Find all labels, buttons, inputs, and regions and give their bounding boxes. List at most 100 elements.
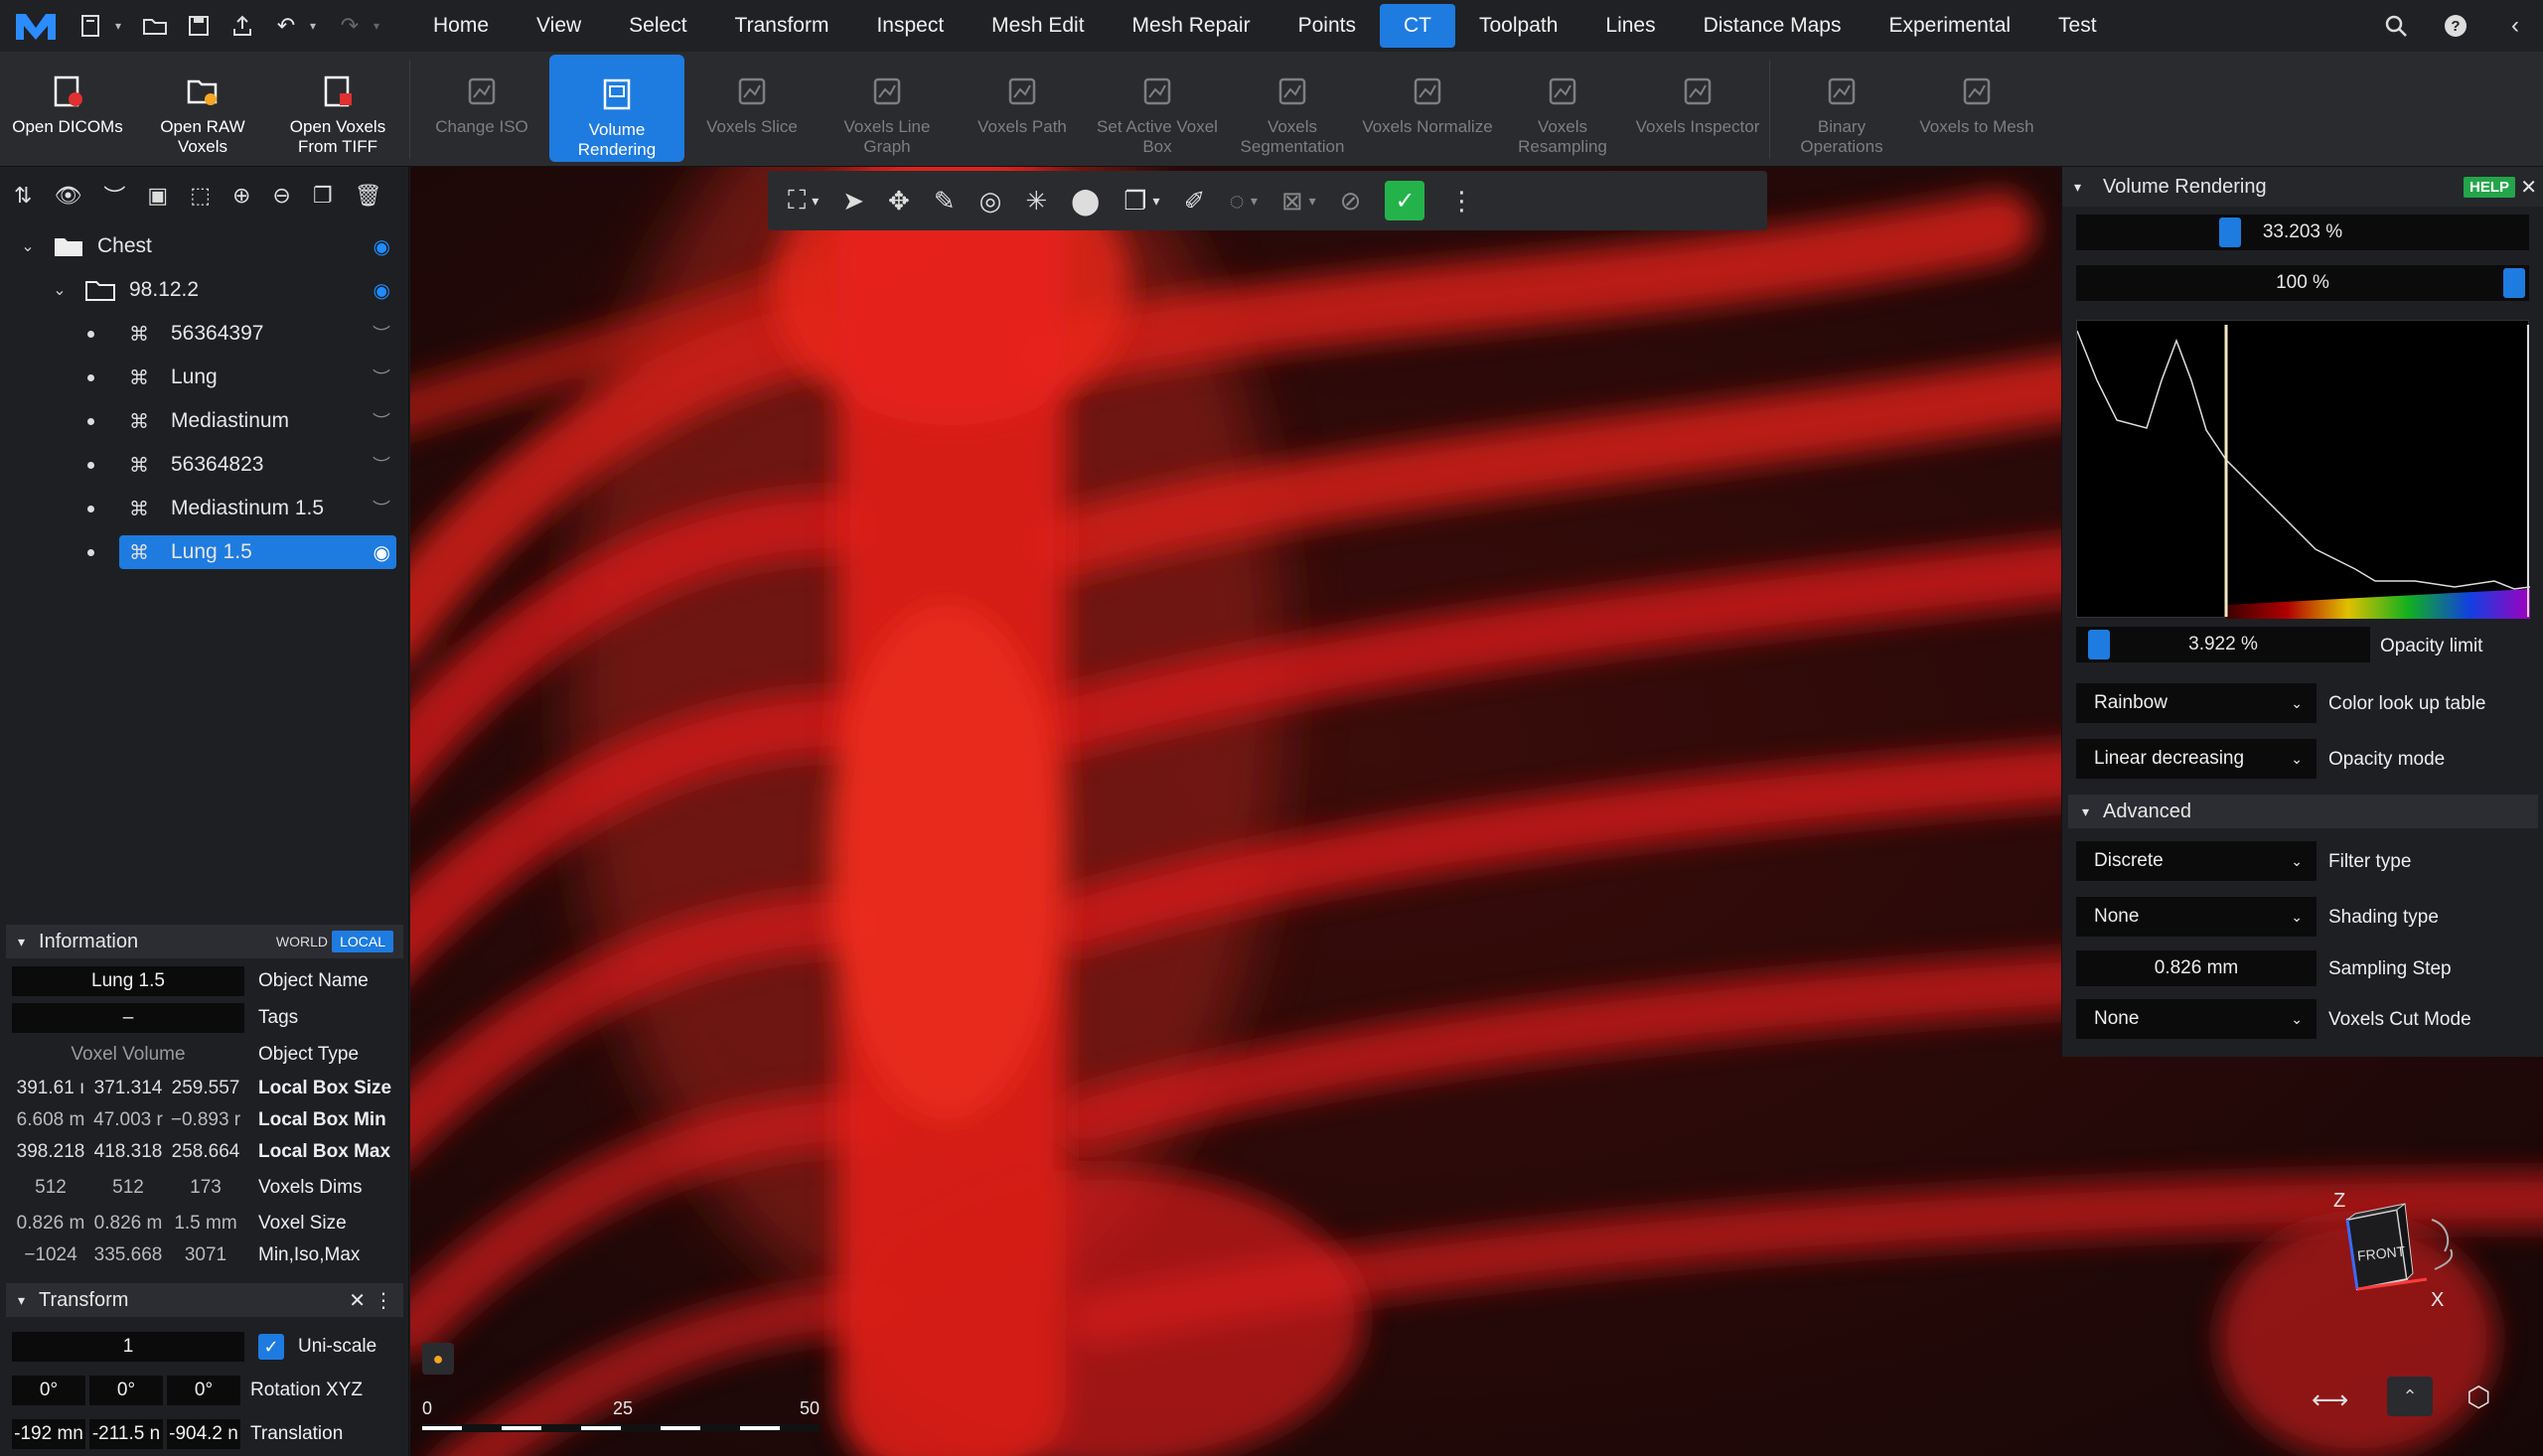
rotation-field[interactable]: 0° bbox=[167, 1376, 240, 1405]
chevron-down-icon[interactable]: ▾ bbox=[2074, 179, 2081, 196]
ribbon-open-dicoms-button[interactable]: Open DICOMs bbox=[0, 52, 135, 161]
menu-view[interactable]: View bbox=[513, 4, 605, 48]
opacity-limit-knob[interactable] bbox=[2088, 630, 2110, 659]
ribbon-set-active-voxel-box-button[interactable]: Set Active Voxel Box bbox=[1090, 52, 1225, 161]
box-select-icon[interactable]: ⊠ bbox=[1281, 186, 1303, 217]
select-arrow-icon[interactable]: ➤ bbox=[842, 186, 864, 217]
menu-select[interactable]: Select bbox=[605, 4, 710, 48]
world-toggle[interactable]: WORLD bbox=[276, 934, 328, 949]
iso-slider[interactable]: 33.203 % bbox=[2076, 215, 2529, 250]
tree-folder[interactable]: ⌄ 98.12.2 ◉ bbox=[0, 268, 408, 312]
select-all-icon[interactable]: ▣ bbox=[147, 183, 168, 209]
iso-slider-knob[interactable] bbox=[2219, 218, 2242, 247]
ribbon-voxels-slice-button[interactable]: Voxels Slice bbox=[684, 52, 820, 161]
redo-icon[interactable]: ↷ bbox=[330, 6, 370, 46]
advanced-header[interactable]: ▾ Advanced bbox=[2068, 795, 2538, 828]
chevron-down-icon[interactable]: ▾ bbox=[18, 1292, 25, 1309]
search-icon[interactable] bbox=[2376, 14, 2416, 38]
eye-icon[interactable]: ◉ bbox=[374, 540, 390, 565]
tree-item[interactable]: ⌘ Lung 1.5 ◉ bbox=[0, 530, 408, 574]
ribbon-voxels-segmentation-button[interactable]: Voxels Segmentation bbox=[1225, 52, 1360, 161]
menu-lines[interactable]: Lines bbox=[1581, 4, 1679, 48]
menu-test[interactable]: Test bbox=[2034, 4, 2121, 48]
ribbon-change-iso-button[interactable]: Change ISO bbox=[414, 52, 549, 161]
delete-icon[interactable]: 🗑 bbox=[355, 183, 382, 209]
confirm-icon[interactable]: ✓ bbox=[1385, 181, 1425, 220]
eye-closed-icon[interactable]: ︶ bbox=[373, 408, 390, 434]
fit-view-icon[interactable]: ⛶ bbox=[788, 185, 806, 217]
lasso-icon[interactable]: ◌ bbox=[1229, 186, 1244, 217]
new-dropdown-icon[interactable]: ▾ bbox=[115, 19, 131, 33]
undo-icon[interactable]: ↶ bbox=[266, 6, 306, 46]
tree-item[interactable]: ⌘ Lung ︶ bbox=[0, 356, 408, 399]
chevron-down-icon[interactable]: ⌄ bbox=[16, 236, 40, 256]
menu-distance-maps[interactable]: Distance Maps bbox=[1680, 4, 1866, 48]
menu-home[interactable]: Home bbox=[409, 4, 513, 48]
open-folder-icon[interactable] bbox=[135, 6, 175, 46]
menu-toolpath[interactable]: Toolpath bbox=[1455, 4, 1581, 48]
uniscale-checkbox[interactable]: ✓ bbox=[258, 1334, 284, 1360]
fit-dropdown-icon[interactable]: ▾ bbox=[812, 193, 819, 210]
ruler-icon[interactable]: ⟷ bbox=[2312, 1384, 2348, 1415]
menu-inspect[interactable]: Inspect bbox=[852, 4, 968, 48]
opacity-limit-slider[interactable]: 3.922 % bbox=[2076, 627, 2370, 662]
rotation-field[interactable]: 0° bbox=[89, 1376, 163, 1405]
help-button[interactable]: HELP bbox=[2463, 177, 2515, 198]
information-header[interactable]: ▾ Information WORLD LOCAL bbox=[6, 925, 403, 958]
lasso-dropdown-icon[interactable]: ▾ bbox=[1251, 193, 1258, 210]
move-icon[interactable]: ✥ bbox=[888, 186, 910, 217]
ribbon-open-raw-voxels-button[interactable]: Open RAW Voxels bbox=[135, 52, 270, 161]
transform-header[interactable]: ▾ Transform ✕ ⋮ bbox=[6, 1283, 403, 1317]
range-slider-knob[interactable] bbox=[2503, 268, 2525, 298]
close-icon[interactable]: ✕ bbox=[2520, 175, 2537, 200]
tags-field[interactable]: – bbox=[12, 1002, 244, 1033]
eye-icon[interactable]: ◉ bbox=[374, 234, 390, 259]
redo-dropdown-icon[interactable]: ▾ bbox=[374, 19, 389, 33]
tree-root[interactable]: ⌄ Chest ◉ bbox=[0, 224, 408, 268]
scale-field[interactable]: 1 bbox=[12, 1332, 244, 1362]
cube-view-icon[interactable]: ⬡ bbox=[2467, 1381, 2490, 1413]
rotation-field[interactable]: 0° bbox=[12, 1376, 85, 1405]
help-icon[interactable]: ? bbox=[2436, 14, 2475, 38]
volume-rendering-header[interactable]: ▾ Volume Rendering HELP ✕ bbox=[2062, 167, 2543, 207]
more-icon[interactable]: ⋮ bbox=[374, 1288, 393, 1313]
range-slider[interactable]: 100 % bbox=[2076, 265, 2529, 301]
app-logo-icon[interactable] bbox=[0, 0, 72, 52]
move-down-icon[interactable]: ⊖ bbox=[272, 183, 290, 209]
duplicate-icon[interactable]: ❐ bbox=[313, 183, 333, 209]
copy-icon[interactable]: ❐ bbox=[1123, 186, 1146, 217]
histogram[interactable] bbox=[2076, 320, 2531, 619]
box-dropdown-icon[interactable]: ▾ bbox=[1309, 193, 1316, 210]
tree-item[interactable]: ⌘ Mediastinum 1.5 ︶ bbox=[0, 487, 408, 530]
ribbon-volume-rendering-button[interactable]: Volume Rendering bbox=[549, 55, 684, 162]
ribbon-voxels-to-mesh-button[interactable]: Voxels to Mesh bbox=[1909, 52, 2044, 161]
menu-ct[interactable]: CT bbox=[1379, 4, 1455, 48]
menu-points[interactable]: Points bbox=[1274, 4, 1380, 48]
cut-mode-select[interactable]: None ⌄ bbox=[2076, 999, 2317, 1039]
export-icon[interactable] bbox=[223, 6, 262, 46]
menu-mesh-repair[interactable]: Mesh Repair bbox=[1109, 4, 1274, 48]
menu-transform[interactable]: Transform bbox=[711, 4, 853, 48]
chevron-down-icon[interactable]: ▾ bbox=[18, 934, 25, 950]
view-cube[interactable]: Z X FRONT bbox=[2318, 1190, 2467, 1319]
sampling-step-field[interactable]: 0.826 mm bbox=[2076, 950, 2317, 986]
edit-icon[interactable]: ✎ bbox=[934, 186, 956, 217]
eye-icon[interactable]: ◉ bbox=[374, 278, 390, 303]
local-toggle[interactable]: LOCAL bbox=[332, 931, 393, 952]
paint-icon[interactable]: ⬤ bbox=[1071, 186, 1100, 217]
sort-icon[interactable]: ⇅ bbox=[14, 183, 32, 209]
visibility-icon[interactable]: 👁 bbox=[54, 183, 81, 209]
translation-field[interactable]: -211.5 n bbox=[89, 1419, 163, 1449]
ribbon-voxels-normalize-button[interactable]: Voxels Normalize bbox=[1360, 52, 1495, 161]
ribbon-voxels-path-button[interactable]: Voxels Path bbox=[955, 52, 1090, 161]
color-lut-select[interactable]: Rainbow ⌄ bbox=[2076, 683, 2317, 723]
ribbon-voxels-line-graph-button[interactable]: Voxels Line Graph bbox=[820, 52, 955, 161]
save-icon[interactable] bbox=[179, 6, 219, 46]
menu-experimental[interactable]: Experimental bbox=[1865, 4, 2034, 48]
tree-item[interactable]: ⌘ Mediastinum ︶ bbox=[0, 399, 408, 443]
eye-closed-icon[interactable]: ︶ bbox=[373, 496, 390, 521]
copy-dropdown-icon[interactable]: ▾ bbox=[1153, 193, 1160, 210]
new-file-icon[interactable] bbox=[72, 6, 111, 46]
move-up-icon[interactable]: ⊕ bbox=[232, 183, 250, 209]
ribbon-open-voxels-from-tiff-button[interactable]: Open Voxels From TIFF bbox=[270, 52, 405, 161]
